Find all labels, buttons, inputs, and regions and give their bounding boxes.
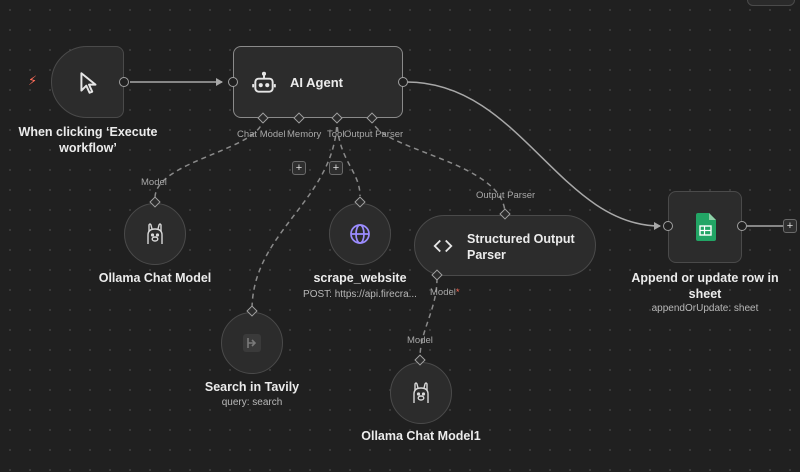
- ai-agent-input-handle[interactable]: [228, 77, 238, 87]
- workflow-canvas[interactable]: ⚡ When clicking ‘Execute workflow’ AI Ag…: [0, 0, 800, 472]
- tool-port-label: Tool: [327, 129, 345, 140]
- structured-output-parser-title: Structured Output Parser: [467, 232, 575, 262]
- scrape-website-title: scrape_website: [313, 271, 407, 285]
- ai-agent-node[interactable]: AI Agent: [233, 46, 403, 118]
- google-sheets-icon: [669, 192, 741, 262]
- scrape-website-subtitle: POST: https://api.firecra...: [303, 289, 417, 300]
- ai-agent-title: AI Agent: [290, 75, 343, 90]
- required-asterisk: *: [455, 287, 460, 298]
- search-in-tavily-title: Search in Tavily: [204, 380, 300, 394]
- scrape-website-node[interactable]: [329, 203, 391, 265]
- llama-icon: [125, 204, 185, 264]
- sheets-input-handle[interactable]: [663, 221, 673, 231]
- trigger-title: When clicking ‘Execute workflow’: [18, 125, 158, 155]
- add-tool-button[interactable]: +: [329, 161, 343, 175]
- ollama1-model-port-label: Model: [141, 177, 167, 188]
- memory-port-label: Memory: [287, 129, 322, 140]
- ollama-chat-model-title: Ollama Chat Model: [98, 271, 212, 285]
- tavily-icon: [222, 313, 282, 373]
- ollama-chat-model-node[interactable]: [124, 203, 186, 265]
- search-in-tavily-subtitle: query: search: [221, 397, 283, 408]
- add-memory-button[interactable]: +: [292, 161, 306, 175]
- output-parser-port-label: Output Parser: [344, 129, 404, 140]
- trigger-node[interactable]: [51, 46, 124, 118]
- llama-icon: [391, 363, 451, 423]
- structured-output-parser-node[interactable]: Structured Output Parser: [414, 215, 596, 276]
- append-or-update-sheet-node[interactable]: [668, 191, 742, 263]
- ai-agent-output-handle[interactable]: [398, 77, 408, 87]
- edge-agent-to-sheets: [406, 81, 661, 230]
- parser-model-port-label: Model*: [430, 287, 460, 298]
- cursor-icon: [52, 47, 125, 119]
- sheets-output-handle[interactable]: [737, 221, 747, 231]
- append-or-update-sheet-subtitle: appendOrUpdate: sheet: [651, 303, 759, 314]
- search-in-tavily-node[interactable]: [221, 312, 283, 374]
- append-or-update-sheet-title: Append or update row in sheet: [631, 271, 779, 301]
- add-next-node-button[interactable]: +: [783, 219, 797, 233]
- ollama2-model-port-label: Model: [407, 335, 433, 346]
- ollama-chat-model1-title: Ollama Chat Model1: [361, 429, 481, 443]
- chat-model-port-label: Chat Model: [237, 129, 286, 140]
- code-brackets-icon: [427, 230, 459, 262]
- ollama-chat-model1-node[interactable]: [390, 362, 452, 424]
- robot-icon: [248, 67, 280, 99]
- trigger-output-handle[interactable]: [119, 77, 129, 87]
- parser-output-port-label: Output Parser: [476, 190, 536, 201]
- trigger-bolt-icon: ⚡: [28, 73, 38, 88]
- globe-icon: [330, 204, 390, 264]
